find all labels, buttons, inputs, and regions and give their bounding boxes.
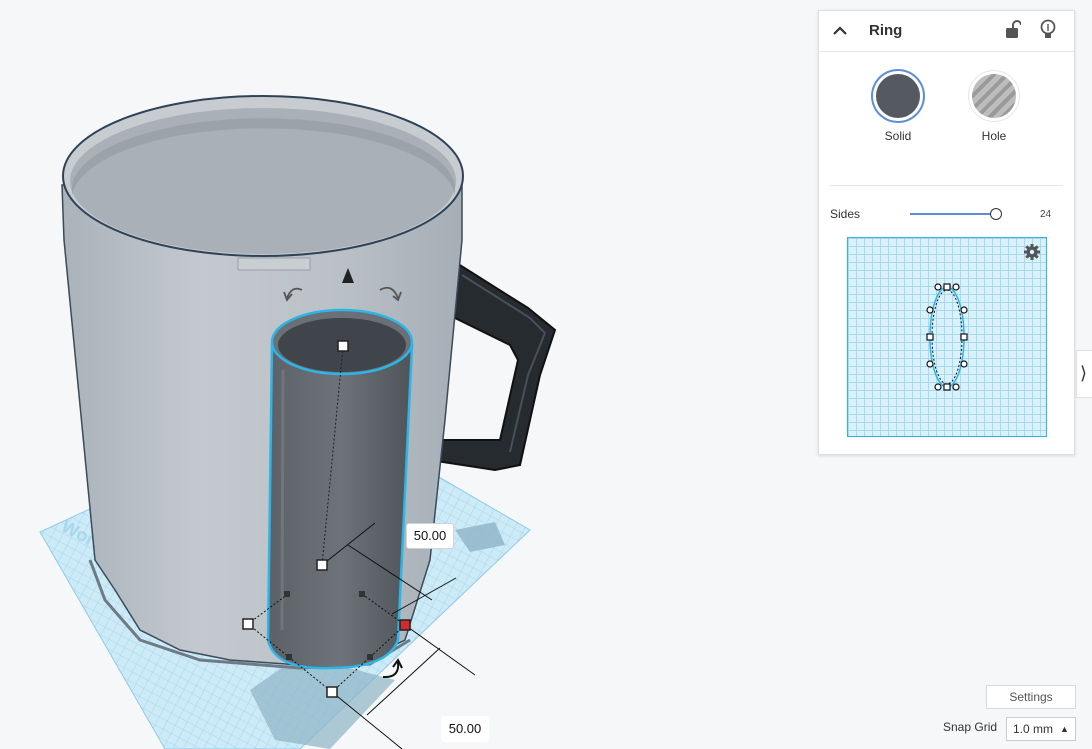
sides-label: Sides bbox=[830, 207, 861, 221]
edge-handle[interactable] bbox=[286, 654, 292, 660]
width-dimension-input[interactable]: 50.00 bbox=[441, 716, 489, 742]
lightbulb-icon[interactable] bbox=[1039, 19, 1057, 41]
unlock-icon[interactable] bbox=[1005, 20, 1021, 40]
hole-mode-button[interactable]: Hole bbox=[954, 74, 1034, 143]
chevron-right-icon: ⟩ bbox=[1080, 363, 1088, 383]
solid-swatch bbox=[876, 74, 920, 118]
ring-shape[interactable] bbox=[266, 308, 414, 670]
edge-handle[interactable] bbox=[284, 591, 290, 597]
snap-grid-label: Snap Grid bbox=[943, 720, 998, 734]
corner-handle[interactable] bbox=[326, 686, 338, 698]
active-corner-handle[interactable] bbox=[399, 619, 411, 631]
shape-inspector-panel: Ring Solid Hole Sides 24 bbox=[818, 10, 1075, 455]
shape-editor-grid[interactable] bbox=[847, 237, 1047, 437]
sides-value: 24 bbox=[1040, 209, 1052, 220]
corner-handle[interactable] bbox=[242, 618, 254, 630]
shape-name[interactable]: Ring bbox=[869, 22, 902, 39]
center-handle[interactable] bbox=[316, 559, 328, 571]
settings-button[interactable]: Settings bbox=[986, 685, 1076, 709]
depth-dimension-input[interactable]: 50.00 bbox=[406, 523, 454, 549]
divider bbox=[830, 185, 1063, 186]
panel-toggle-tab[interactable]: ⟩ bbox=[1076, 350, 1092, 398]
hole-label: Hole bbox=[981, 129, 1007, 143]
sides-slider[interactable] bbox=[910, 213, 996, 215]
sides-slider-handle[interactable] bbox=[990, 208, 1002, 220]
snap-grid-value: 1.0 mm bbox=[1013, 722, 1054, 736]
edge-handle[interactable] bbox=[359, 591, 365, 597]
hole-swatch bbox=[972, 74, 1016, 118]
top-height-handle[interactable] bbox=[337, 340, 349, 352]
snap-grid-select[interactable]: 1.0 mm ▲ bbox=[1006, 717, 1076, 741]
mini-ellipse[interactable] bbox=[848, 238, 1046, 436]
chevron-up-icon[interactable] bbox=[831, 22, 849, 40]
solid-mode-button[interactable]: Solid bbox=[858, 74, 938, 143]
gear-icon[interactable] bbox=[1023, 243, 1041, 261]
edge-handle[interactable] bbox=[367, 654, 373, 660]
inspector-header: Ring bbox=[819, 11, 1074, 52]
caret-up-icon: ▲ bbox=[1060, 724, 1069, 734]
solid-label: Solid bbox=[884, 129, 912, 143]
